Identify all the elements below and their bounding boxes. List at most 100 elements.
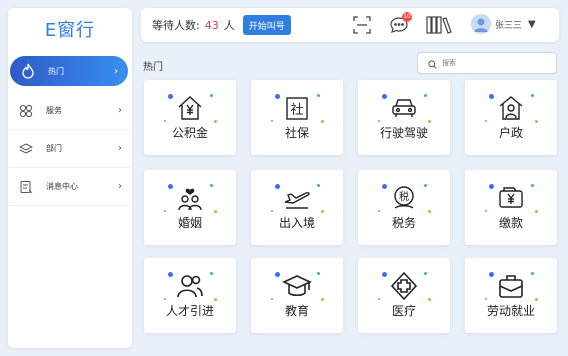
sidebar-item-label: 消息中心 (46, 182, 78, 191)
service-label: 劳动就业 (486, 304, 535, 318)
decorative-dot (321, 298, 324, 301)
search-input[interactable] (442, 59, 552, 67)
sidebar-item-hot[interactable]: 热门 › (10, 56, 128, 86)
decorative-dot (317, 184, 320, 187)
service-label: 人才引进 (165, 304, 214, 318)
decorative-dot (317, 94, 320, 97)
message-icon[interactable]: 10 (389, 12, 412, 35)
sidebar-item-services[interactable]: 服务 › (8, 92, 132, 130)
avatar (471, 14, 491, 34)
user-menu[interactable]: 张三三 ▼ (471, 14, 536, 34)
employment-icon (496, 271, 526, 301)
education-icon (282, 271, 312, 301)
decorative-dot (214, 120, 217, 123)
service-card-household[interactable]: 户政 (465, 80, 557, 155)
service-card-marriage[interactable]: 婚姻 (144, 170, 236, 245)
sidebar-item-departments[interactable]: 部门 › (8, 130, 132, 168)
svg-text:税: 税 (399, 190, 409, 203)
user-name: 张三三 (495, 20, 523, 31)
chevron-right-icon: › (114, 65, 118, 77)
decorative-dot (382, 272, 387, 277)
decorative-dot (378, 210, 380, 212)
talent-icon (175, 271, 205, 301)
brand-logo: E窗行 (44, 20, 96, 41)
decorative-dot (275, 184, 280, 189)
social-security-icon: 社 (282, 93, 312, 123)
decorative-dot (424, 94, 427, 97)
service-card-social-security[interactable]: 社 社保 (251, 80, 343, 155)
decorative-dot (378, 298, 380, 300)
service-label: 出入境 (278, 216, 315, 230)
service-label: 税务 (391, 216, 416, 230)
decorative-dot (164, 210, 166, 212)
decorative-dot (164, 298, 166, 300)
start-calling-button[interactable]: 开始叫号 (242, 15, 291, 35)
decorative-dot (321, 210, 324, 213)
service-label: 缴款 (498, 216, 523, 230)
books-icon[interactable] (426, 15, 452, 35)
section-title: 热门 (143, 62, 163, 73)
service-card-driving[interactable]: 行驶驾驶 (358, 80, 450, 155)
sidebar: E窗行 热门 › 服务 › 部门 › 消息中心 › (8, 8, 132, 348)
service-label: 医疗 (391, 304, 416, 318)
service-label: 教育 (284, 304, 309, 318)
search-box[interactable] (417, 52, 557, 74)
decorative-dot (271, 298, 273, 300)
services-icon (18, 103, 34, 119)
decorative-dot (428, 298, 431, 301)
layers-icon (18, 141, 34, 157)
decorative-dot (485, 120, 487, 122)
service-card-medical[interactable]: 医疗 (358, 258, 450, 333)
sidebar-nav: 热门 › 服务 › 部门 › 消息中心 › (8, 56, 132, 206)
decorative-dot (275, 272, 280, 277)
chevron-right-icon: › (118, 181, 122, 192)
sidebar-item-label: 热门 (48, 66, 64, 76)
search-icon (428, 54, 437, 73)
decorative-dot (485, 298, 487, 300)
service-label: 社保 (284, 126, 309, 140)
decorative-dot (535, 298, 538, 301)
service-card-education[interactable]: 教育 (251, 258, 343, 333)
decorative-dot (210, 272, 213, 275)
waiting-label: 等待人数: (152, 19, 200, 32)
housing-fund-icon (175, 93, 205, 123)
decorative-dot (489, 272, 494, 277)
decorative-dot (531, 94, 534, 97)
scan-icon[interactable] (352, 15, 372, 35)
service-label: 公积金 (171, 126, 208, 140)
service-card-housing-fund[interactable]: 公积金 (144, 80, 236, 155)
chevron-right-icon: › (118, 143, 122, 154)
decorative-dot (168, 272, 173, 277)
payment-icon (496, 183, 526, 213)
decorative-dot (210, 184, 213, 187)
car-icon (389, 93, 419, 123)
decorative-dot (168, 94, 173, 99)
service-card-tax[interactable]: 税 税务 (358, 170, 450, 245)
decorative-dot (485, 210, 487, 212)
decorative-dot (424, 272, 427, 275)
decorative-dot (531, 272, 534, 275)
decorative-dot (489, 94, 494, 99)
decorative-dot (168, 184, 173, 189)
service-card-employment[interactable]: 劳动就业 (465, 258, 557, 333)
service-card-payment[interactable]: 缴款 (465, 170, 557, 245)
decorative-dot (382, 94, 387, 99)
tax-icon: 税 (389, 183, 419, 213)
service-card-talent[interactable]: 人才引进 (144, 258, 236, 333)
decorative-dot (535, 210, 538, 213)
sidebar-item-label: 服务 (46, 106, 62, 115)
service-label: 婚姻 (177, 216, 202, 230)
decorative-dot (271, 210, 273, 212)
caret-down-icon: ▼ (528, 18, 536, 30)
decorative-dot (378, 120, 380, 122)
decorative-dot (214, 210, 217, 213)
household-icon (496, 93, 526, 123)
sidebar-item-message-center[interactable]: 消息中心 › (8, 168, 132, 206)
airplane-icon (282, 183, 312, 213)
decorative-dot (382, 184, 387, 189)
decorative-dot (164, 120, 166, 122)
marriage-icon (175, 183, 205, 213)
service-label: 行驶驾驶 (379, 126, 428, 140)
decorative-dot (428, 120, 431, 123)
service-card-entry-exit[interactable]: 出入境 (251, 170, 343, 245)
